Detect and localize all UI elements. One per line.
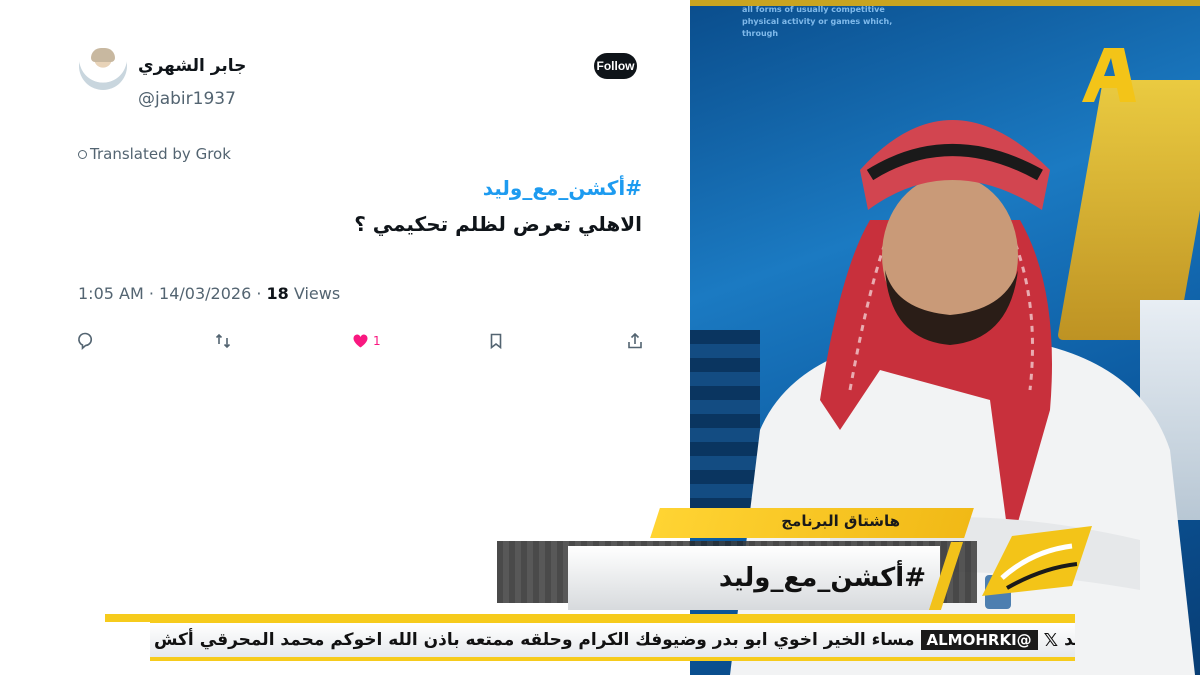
views-count: 18: [266, 284, 289, 303]
tweet-date[interactable]: 14/03/2026: [159, 284, 251, 303]
grok-icon: [78, 149, 87, 159]
bookmark-button[interactable]: [490, 332, 502, 350]
repost-button[interactable]: [215, 332, 231, 350]
bookmark-icon: [490, 333, 502, 349]
share-button[interactable]: [627, 332, 643, 350]
background-caption: all forms of usually competitive physica…: [742, 5, 893, 38]
views-label: Views: [293, 284, 341, 303]
tweet-hashtag-link[interactable]: #أكشن_مع_وليد: [483, 176, 642, 200]
avatar[interactable]: [79, 42, 127, 90]
tweet-text: الاهلي تعرض لظلم تحكيمي ؟: [354, 212, 642, 236]
reply-icon: [78, 332, 93, 350]
presenter-figure: [730, 120, 1195, 675]
translated-label: Translated by Grok: [90, 145, 231, 163]
repost-icon: [215, 333, 231, 349]
tweet-panel: جابر الشهري @jabir1937 Follow Translated…: [0, 0, 690, 675]
reply-button[interactable]: [77, 332, 93, 350]
follow-button[interactable]: Follow: [594, 53, 637, 79]
heart-icon: [353, 334, 368, 348]
translated-by-grok[interactable]: Translated by Grok: [78, 145, 231, 163]
tweet-meta: 1:05 AM · 14/03/2026 · 18 Views: [78, 284, 341, 303]
like-count: 1: [373, 334, 381, 348]
like-button[interactable]: 1: [353, 332, 381, 350]
video-panel: all forms of usually competitive physica…: [690, 0, 1200, 675]
share-icon: [628, 333, 642, 349]
tweet-time[interactable]: 1:05 AM: [78, 284, 144, 303]
display-name[interactable]: جابر الشهري: [138, 56, 246, 76]
user-handle[interactable]: @jabir1937: [138, 89, 236, 109]
